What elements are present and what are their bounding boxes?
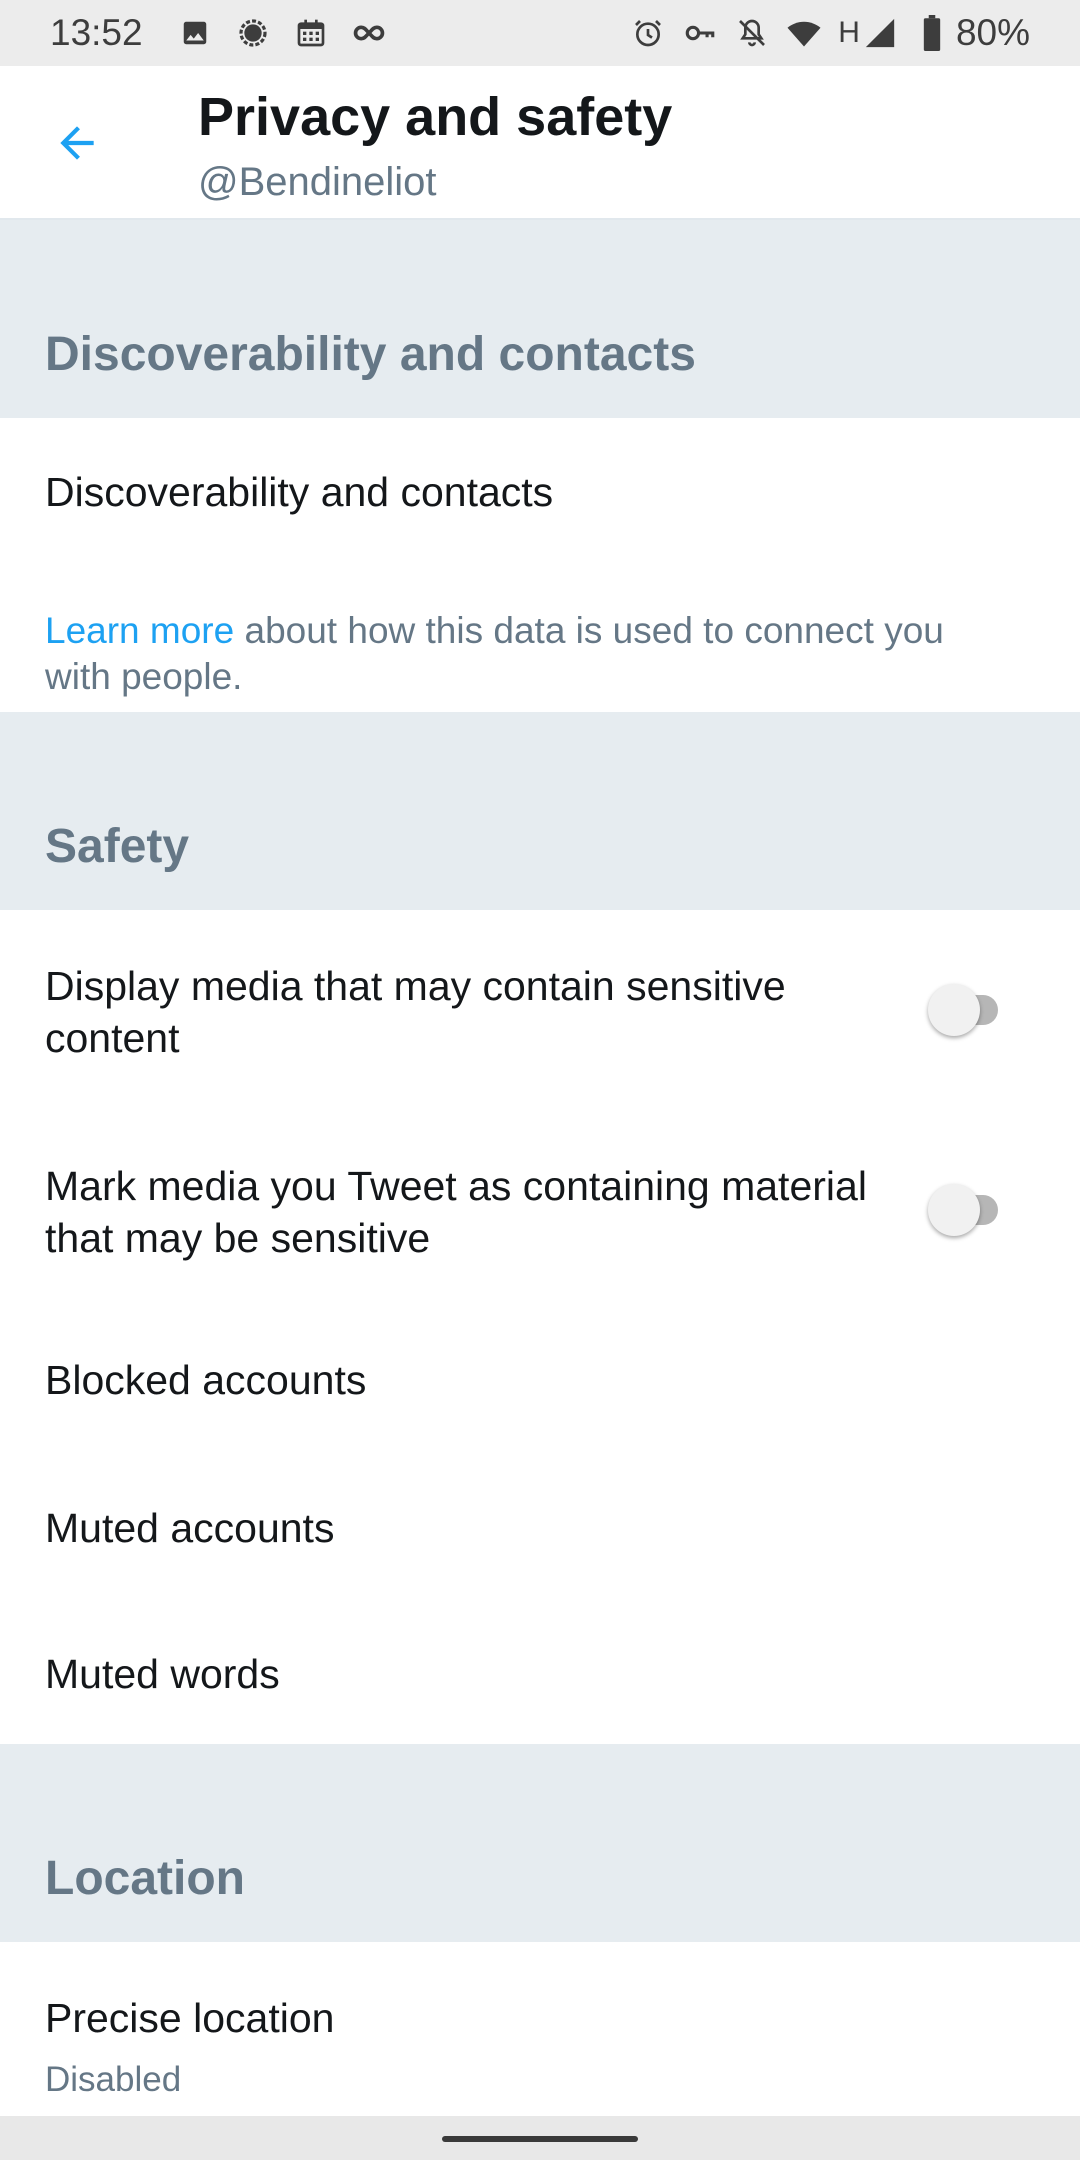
toggle-thumb — [928, 1184, 980, 1236]
wifi-icon — [786, 15, 822, 51]
section-header-safety: Safety — [0, 712, 1080, 910]
vpn-key-icon — [682, 15, 718, 51]
status-time: 13:52 — [50, 12, 143, 53]
item-label: Blocked accounts — [45, 1357, 367, 1403]
item-label: Discoverability and contacts — [45, 469, 554, 515]
item-label: Mark media you Tweet as containing mater… — [45, 1163, 867, 1261]
learn-more-note: Learn more about how this data is used t… — [0, 568, 1080, 712]
learn-more-text: Learn more about how this data is used t… — [45, 608, 1005, 700]
section-title: Discoverability and contacts — [45, 328, 696, 381]
item-label: Precise location — [45, 1995, 335, 2041]
back-button[interactable] — [40, 106, 114, 180]
section-title: Safety — [45, 820, 190, 873]
system-nav-bar — [0, 2116, 1080, 2160]
mark-media-item[interactable]: Mark media you Tweet as containing mater… — [0, 1108, 1080, 1306]
discoverability-contacts-item[interactable]: Discoverability and contacts — [0, 418, 1080, 568]
alarm-icon — [630, 15, 666, 51]
section-header-location: Location — [0, 1744, 1080, 1942]
cell-signal-icon — [862, 15, 898, 51]
page-title: Privacy and safety — [198, 87, 673, 147]
battery-icon — [914, 15, 950, 51]
infinity-icon — [351, 15, 387, 51]
calendar-icon — [293, 15, 329, 51]
network-type: H — [838, 16, 860, 49]
notifications-off-icon — [734, 15, 770, 51]
item-label: Muted accounts — [45, 1505, 335, 1551]
muted-accounts-item[interactable]: Muted accounts — [0, 1454, 1080, 1600]
sensitive-media-item[interactable]: Display media that may contain sensitive… — [0, 910, 1080, 1108]
item-label: Muted words — [45, 1651, 280, 1697]
blocked-accounts-item[interactable]: Blocked accounts — [0, 1306, 1080, 1454]
item-value: Disabled — [45, 2060, 182, 2099]
learn-more-link[interactable]: Learn more — [45, 610, 234, 651]
battery-percent: 80% — [955, 12, 1030, 53]
section-header-discoverability: Discoverability and contacts — [0, 220, 1080, 418]
image-icon — [177, 15, 213, 51]
app-bar: Privacy and safety @Bendineliot — [0, 66, 1080, 220]
item-label: Display media that may contain sensitive… — [45, 963, 786, 1061]
status-right-group: H 80% — [630, 12, 1030, 54]
signal-app-icon — [235, 15, 271, 51]
status-bar: 13:52 H 80% — [0, 0, 1080, 66]
section-title: Location — [45, 1852, 245, 1905]
mark-media-toggle[interactable] — [928, 1180, 1006, 1240]
precise-location-item[interactable]: Precise location Disabled — [0, 1942, 1080, 2122]
sensitive-media-toggle[interactable] — [928, 980, 1006, 1040]
account-handle: @Bendineliot — [198, 160, 437, 204]
muted-words-item[interactable]: Muted words — [0, 1600, 1080, 1744]
toggle-thumb — [928, 984, 980, 1036]
arrow-back-icon — [60, 126, 94, 160]
settings-list: Discoverability and contacts Discoverabi… — [0, 220, 1080, 2122]
home-gesture-handle[interactable] — [442, 2136, 638, 2142]
